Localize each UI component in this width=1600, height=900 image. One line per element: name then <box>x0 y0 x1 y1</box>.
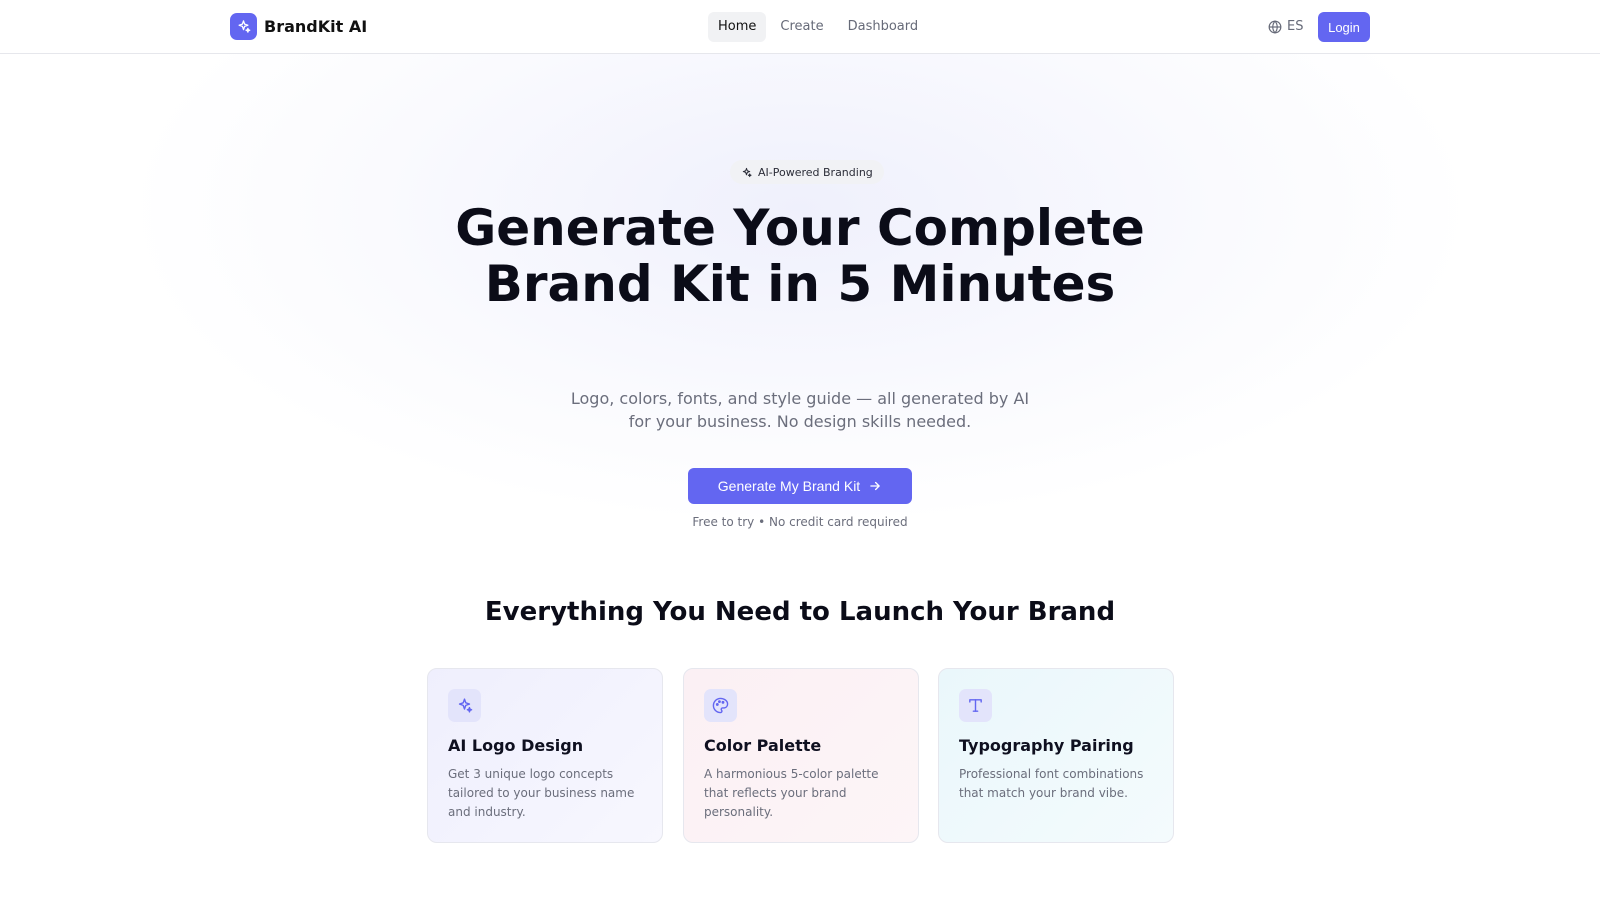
card-title: Color Palette <box>704 736 822 755</box>
card-description: Get 3 unique logo concepts tailored to y… <box>448 767 635 819</box>
globe-icon <box>1268 19 1282 34</box>
top-navbar: BrandKit AI Home Create Dashboard ES Log… <box>0 0 1600 54</box>
sparkles-icon <box>448 689 481 722</box>
palette-icon <box>704 689 737 722</box>
generate-brand-kit-button[interactable]: Generate My Brand Kit <box>688 468 912 504</box>
card-title: AI Logo Design <box>448 736 584 755</box>
cta-note: Free to try • No credit card required <box>692 515 908 529</box>
hero-title: Generate Your Complete Brand Kit in 5 Mi… <box>455 199 1145 313</box>
card-title: Typography Pairing <box>959 736 1134 755</box>
brand[interactable]: BrandKit AI <box>230 13 367 40</box>
main-nav: Home Create Dashboard <box>708 12 928 42</box>
nav-item-dashboard[interactable]: Dashboard <box>838 12 929 42</box>
features-title: Everything You Need to Launch Your Brand <box>484 597 1116 627</box>
login-button[interactable]: Login <box>1318 12 1370 42</box>
arrow-right-icon <box>870 481 880 491</box>
feature-card-logo: AI Logo Design Get 3 unique logo concept… <box>427 668 663 843</box>
feature-card-palette: Color Palette A harmonious 5-color palet… <box>683 668 919 843</box>
feature-card-typography: Typography Pairing Professional font com… <box>938 668 1174 843</box>
cta-label: Generate My Brand Kit <box>717 478 861 494</box>
nav-item-create[interactable]: Create <box>770 12 833 42</box>
type-icon <box>959 689 992 722</box>
card-description: A harmonious 5-color palette that reflec… <box>704 767 879 819</box>
language-label: ES <box>1287 19 1304 34</box>
hero-badge: AI-Powered Branding <box>730 160 884 184</box>
hero-badge-label: AI-Powered Branding <box>758 165 873 179</box>
sparkles-icon <box>742 167 752 177</box>
sparkles-icon <box>230 13 257 40</box>
card-description: Professional font combinations that matc… <box>959 767 1144 800</box>
brand-name: BrandKit AI <box>264 17 368 36</box>
language-switcher[interactable]: ES <box>1268 19 1303 34</box>
nav-item-home[interactable]: Home <box>708 12 767 42</box>
hero-subtitle: Logo, colors, fonts, and style guide — a… <box>570 389 1030 431</box>
